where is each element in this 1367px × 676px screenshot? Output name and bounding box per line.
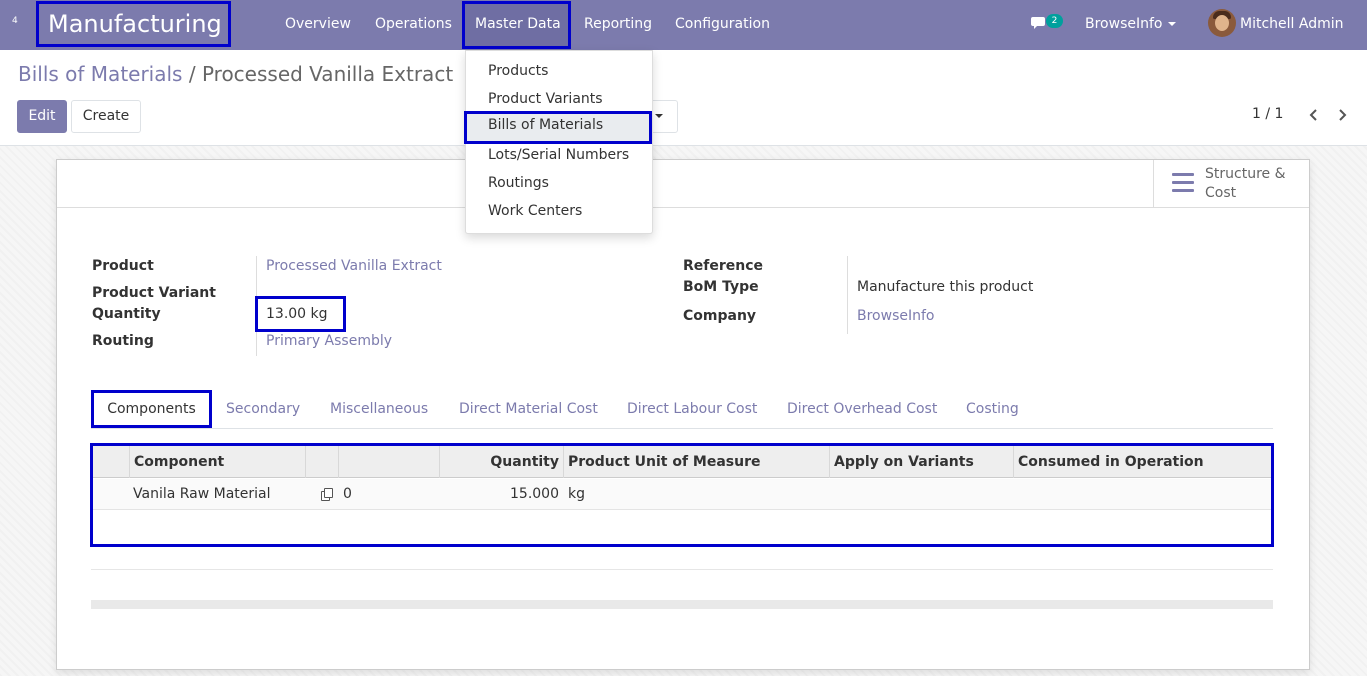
control-panel: Bills of Materials / Processed Vanilla E… — [0, 50, 1367, 146]
tab-direct-labour-cost[interactable]: Direct Labour Cost — [627, 389, 757, 429]
button-box: Structure & Cost — [57, 160, 1309, 208]
breadcrumb-parent[interactable]: Bills of Materials — [18, 62, 182, 86]
menu-item-lots-serial-numbers[interactable]: Lots/Serial Numbers — [466, 141, 652, 169]
caret-down-icon — [1168, 22, 1177, 26]
structure-cost-button[interactable]: Structure & Cost — [1153, 160, 1309, 208]
cell-uom[interactable]: kg — [568, 479, 585, 510]
divider — [91, 569, 1273, 570]
menu-configuration[interactable]: Configuration — [675, 0, 770, 50]
quantity-value: 13.00 kg — [255, 296, 346, 332]
master-data-dropdown: Products Product Variants Bills of Mater… — [464, 50, 653, 234]
create-button[interactable]: Create — [71, 100, 141, 133]
top-navbar: 4 Manufacturing Overview Operations Mast… — [0, 0, 1367, 50]
routing-value[interactable]: Primary Assembly — [266, 333, 392, 349]
company-name: BrowseInfo — [1085, 16, 1163, 32]
tab-costing[interactable]: Costing — [966, 389, 1019, 429]
bars-icon — [1172, 173, 1194, 192]
col-quantity[interactable]: Quantity — [439, 446, 563, 478]
tab-direct-material-cost[interactable]: Direct Material Cost — [459, 389, 598, 429]
product-variant-label: Product Variant — [92, 285, 216, 301]
company-value[interactable]: BrowseInfo — [857, 308, 934, 324]
col-uom[interactable]: Product Unit of Measure — [563, 446, 829, 478]
menu-item-product-variants[interactable]: Product Variants — [466, 85, 652, 113]
col-blank — [338, 446, 439, 478]
tab-direct-overhead-cost[interactable]: Direct Overhead Cost — [787, 389, 937, 429]
caret-down-icon — [655, 114, 663, 118]
product-value[interactable]: Processed Vanilla Extract — [266, 258, 442, 274]
menu-item-work-centers[interactable]: Work Centers — [466, 197, 652, 225]
user-name[interactable]: Mitchell Admin — [1240, 0, 1344, 48]
pager-value[interactable]: 1 / 1 — [1252, 106, 1283, 122]
app-title[interactable]: Manufacturing — [36, 1, 231, 47]
col-apply-variants[interactable]: Apply on Variants — [829, 446, 1013, 478]
tab-miscellaneous[interactable]: Miscellaneous — [330, 389, 428, 429]
menu-item-routings[interactable]: Routings — [466, 169, 652, 197]
routing-label: Routing — [92, 333, 154, 349]
product-label: Product — [92, 258, 154, 274]
company-label: Company — [683, 308, 757, 324]
cell-col3[interactable]: 0 — [343, 479, 352, 510]
chat-count-badge: 2 — [1046, 14, 1063, 28]
menu-operations[interactable]: Operations — [375, 0, 452, 50]
chat-icon[interactable] — [1031, 16, 1047, 30]
horizontal-scrollbar[interactable] — [91, 600, 1273, 609]
menu-overview[interactable]: Overview — [285, 0, 351, 50]
company-switcher[interactable]: BrowseInfo — [1085, 0, 1177, 48]
quantity-label: Quantity — [92, 306, 161, 322]
table-header: Component Quantity Product Unit of Measu… — [93, 446, 1271, 478]
form-sheet: Structure & Cost Product Product Variant… — [56, 159, 1310, 670]
apps-menu-badge[interactable]: 4 — [12, 16, 18, 26]
notebook-tabs: Components Secondary Miscellaneous Direc… — [91, 389, 1273, 429]
edit-button[interactable]: Edit — [17, 100, 67, 133]
col-consumed-operation[interactable]: Consumed in Operation — [1013, 446, 1271, 478]
breadcrumb-separator: / — [188, 62, 196, 86]
breadcrumb: Bills of Materials / Processed Vanilla E… — [18, 62, 453, 86]
tab-secondary[interactable]: Secondary — [226, 389, 300, 429]
cell-component[interactable]: Vanila Raw Material — [133, 479, 271, 510]
structure-cost-label: Structure & Cost — [1205, 166, 1286, 201]
col-copy — [305, 446, 338, 478]
tab-components[interactable]: Components — [91, 390, 212, 428]
bom-type-label: BoM Type — [683, 279, 759, 295]
pager-next-icon[interactable] — [1337, 108, 1349, 122]
menu-item-products[interactable]: Products — [466, 57, 652, 85]
cell-quantity[interactable]: 15.000 — [439, 479, 559, 510]
breadcrumb-current: Processed Vanilla Extract — [201, 62, 454, 86]
table-row[interactable]: Vanila Raw Material 0 15.000 kg — [93, 479, 1271, 510]
bom-type-value: Manufacture this product — [857, 279, 1034, 295]
col-component[interactable]: Component — [129, 446, 305, 478]
menu-item-bills-of-materials[interactable]: Bills of Materials — [464, 111, 652, 144]
copy-icon[interactable] — [321, 488, 334, 501]
menu-reporting[interactable]: Reporting — [584, 0, 652, 50]
components-table: Component Quantity Product Unit of Measu… — [90, 443, 1274, 547]
menu-master-data[interactable]: Master Data — [475, 0, 561, 50]
pager-prev-icon[interactable] — [1307, 108, 1319, 122]
user-avatar[interactable] — [1208, 9, 1236, 37]
reference-label: Reference — [683, 258, 764, 274]
